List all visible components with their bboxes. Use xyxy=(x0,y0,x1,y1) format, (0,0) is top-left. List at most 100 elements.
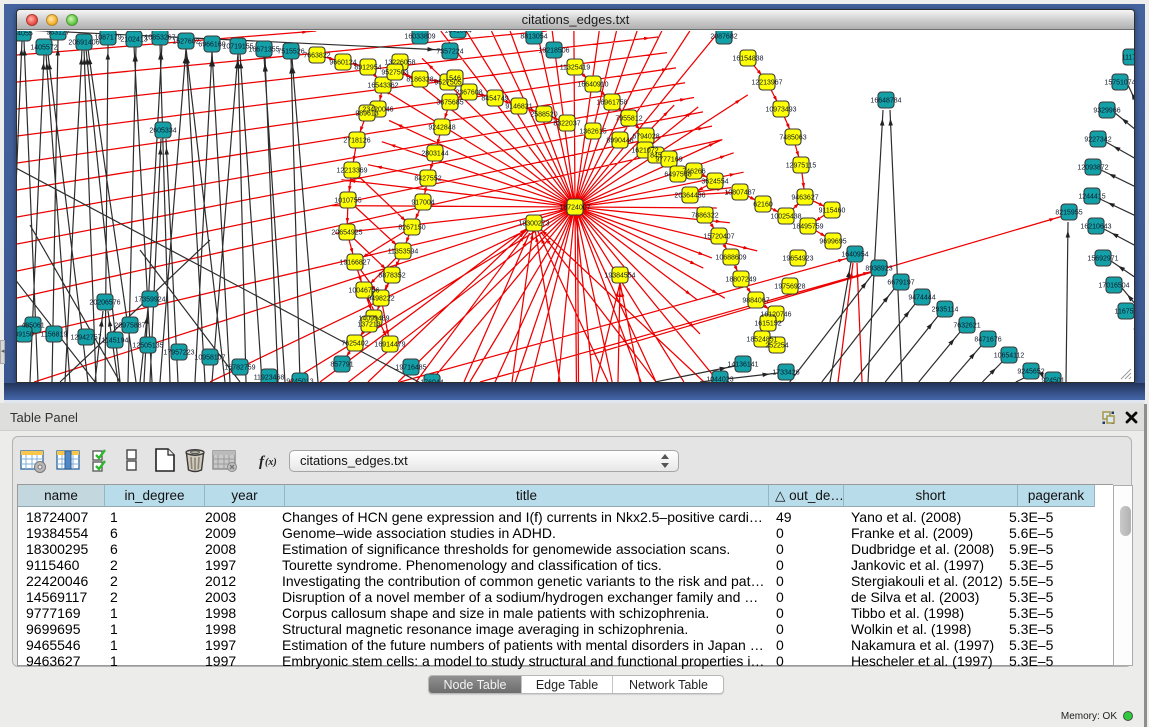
svg-text:10973493: 10973493 xyxy=(765,107,796,114)
svg-text:8267150: 8267150 xyxy=(398,225,425,232)
svg-text:485061: 485061 xyxy=(21,323,44,330)
svg-text:11923468: 11923468 xyxy=(254,375,285,382)
svg-text:16120746: 16120746 xyxy=(760,312,791,319)
svg-text:1044023: 1044023 xyxy=(706,377,733,383)
svg-text:18300273: 18300273 xyxy=(518,221,549,228)
svg-text:7625402: 7625402 xyxy=(341,341,368,348)
svg-text:7886322: 7886322 xyxy=(691,213,718,220)
svg-text:18495759: 18495759 xyxy=(792,224,823,231)
svg-text:746266: 746266 xyxy=(682,169,705,176)
svg-text:546: 546 xyxy=(449,76,461,83)
svg-text:137213: 137213 xyxy=(357,322,380,329)
svg-text:16648784: 16648784 xyxy=(870,98,901,105)
svg-text:62160: 62160 xyxy=(753,202,773,209)
svg-text:14136141: 14136141 xyxy=(727,362,758,369)
svg-text:9777169: 9777169 xyxy=(655,157,682,164)
svg-text:12213967: 12213967 xyxy=(751,80,782,87)
svg-text:16154838: 16154838 xyxy=(732,56,763,63)
svg-text:(x): (x) xyxy=(265,457,277,468)
svg-text:9884067: 9884067 xyxy=(742,298,769,305)
svg-text:1156819: 1156819 xyxy=(41,332,68,339)
svg-text:8878352: 8878352 xyxy=(378,273,405,280)
svg-text:8990448: 8990448 xyxy=(606,138,633,145)
svg-text:1527602: 1527602 xyxy=(172,39,199,46)
svg-text:6794028: 6794028 xyxy=(632,134,659,141)
svg-text:9699695: 9699695 xyxy=(819,239,846,246)
svg-text:12975115: 12975115 xyxy=(786,163,817,170)
svg-text:10025438: 10025438 xyxy=(770,214,801,221)
svg-text:19756928: 19756928 xyxy=(774,284,805,291)
svg-text:8215955: 8215955 xyxy=(1055,210,1082,217)
svg-text:1733426: 1733426 xyxy=(772,370,799,377)
svg-text:16914479: 16914479 xyxy=(374,342,405,349)
svg-text:12213369: 12213369 xyxy=(336,168,367,175)
svg-text:8938923: 8938923 xyxy=(865,266,892,273)
svg-text:12505135: 12505135 xyxy=(132,343,163,350)
svg-text:8813054: 8813054 xyxy=(520,34,547,41)
svg-text:16961758: 16961758 xyxy=(596,100,627,107)
svg-text:1010755: 1010755 xyxy=(334,198,361,205)
svg-text:10958107: 10958107 xyxy=(194,355,225,362)
svg-text:924501: 924501 xyxy=(1041,378,1064,383)
svg-text:7515526: 7515526 xyxy=(277,49,304,56)
svg-text:16033809: 16033809 xyxy=(404,34,435,41)
svg-text:7632621: 7632621 xyxy=(953,323,980,330)
svg-text:9660124: 9660124 xyxy=(329,60,356,67)
svg-text:20975887: 20975887 xyxy=(114,323,145,330)
svg-text:16543362: 16543362 xyxy=(367,83,398,90)
svg-text:19166827: 19166827 xyxy=(339,260,370,267)
svg-text:2087682: 2087682 xyxy=(710,34,737,41)
svg-text:1145194: 1145194 xyxy=(102,338,129,345)
svg-text:2803144: 2803144 xyxy=(421,151,448,158)
svg-text:857791: 857791 xyxy=(330,362,353,369)
svg-text:16640910: 16640910 xyxy=(577,82,608,89)
svg-text:10654112: 10654112 xyxy=(994,353,1025,360)
svg-text:7357224: 7357224 xyxy=(436,49,463,56)
svg-text:3624554: 3624554 xyxy=(701,179,728,186)
svg-text:17359924: 17359924 xyxy=(134,297,165,304)
svg-text:9227342: 9227342 xyxy=(1084,137,1111,144)
svg-text:20654925: 20654925 xyxy=(331,230,362,237)
svg-text:19218506: 19218506 xyxy=(538,48,569,55)
svg-text:17957223: 17957223 xyxy=(163,350,194,357)
svg-text:20206576: 20206576 xyxy=(89,300,120,307)
svg-text:7663822: 7663822 xyxy=(303,53,330,60)
svg-text:1640954: 1640954 xyxy=(841,252,868,259)
svg-text:19716485: 19716485 xyxy=(395,365,426,372)
svg-text:2935114: 2935114 xyxy=(932,307,959,314)
svg-text:9498222: 9498222 xyxy=(367,296,394,303)
svg-text:1405572: 1405572 xyxy=(30,45,57,52)
svg-text:10688609: 10688609 xyxy=(715,255,746,262)
svg-text:39150: 39150 xyxy=(17,332,34,339)
svg-text:8471676: 8471676 xyxy=(974,337,1001,344)
svg-text:10046756: 10046756 xyxy=(348,288,379,295)
svg-text:1615152: 1615152 xyxy=(754,321,781,328)
svg-text:8322037: 8322037 xyxy=(553,121,580,128)
svg-text:7955812: 7955812 xyxy=(615,116,642,123)
svg-text:11173: 11173 xyxy=(1122,55,1134,62)
svg-text:6679197: 6679197 xyxy=(887,280,914,287)
svg-text:1841304: 1841304 xyxy=(444,31,471,35)
svg-text:17016504: 17016504 xyxy=(1098,283,1129,290)
svg-text:18724007: 18724007 xyxy=(559,205,590,212)
svg-text:9115460: 9115460 xyxy=(819,208,846,215)
svg-text:9245652: 9245652 xyxy=(1017,369,1044,376)
svg-text:15692971: 15692971 xyxy=(1087,256,1118,263)
svg-text:15751074: 15751074 xyxy=(1104,80,1134,87)
svg-text:11325419: 11325419 xyxy=(560,65,591,72)
svg-text:10807487: 10807487 xyxy=(724,190,755,197)
svg-text:9245013: 9245013 xyxy=(286,379,313,383)
svg-text:989613: 989613 xyxy=(355,111,378,118)
svg-text:10853267: 10853267 xyxy=(144,35,175,42)
svg-text:2718126: 2718126 xyxy=(343,138,370,145)
svg-text:116753: 116753 xyxy=(1115,309,1134,316)
svg-text:9463627: 9463627 xyxy=(791,195,818,202)
svg-text:9242848: 9242848 xyxy=(428,125,455,132)
svg-text:11353594: 11353594 xyxy=(388,249,419,256)
svg-text:16782759: 16782759 xyxy=(224,365,255,372)
svg-text:16210643: 16210643 xyxy=(1080,224,1111,231)
svg-text:20364436: 20364436 xyxy=(674,193,705,200)
svg-text:176044: 176044 xyxy=(420,380,443,383)
svg-text:16671355: 16671355 xyxy=(248,47,279,54)
svg-text:8427552: 8427552 xyxy=(414,176,441,183)
